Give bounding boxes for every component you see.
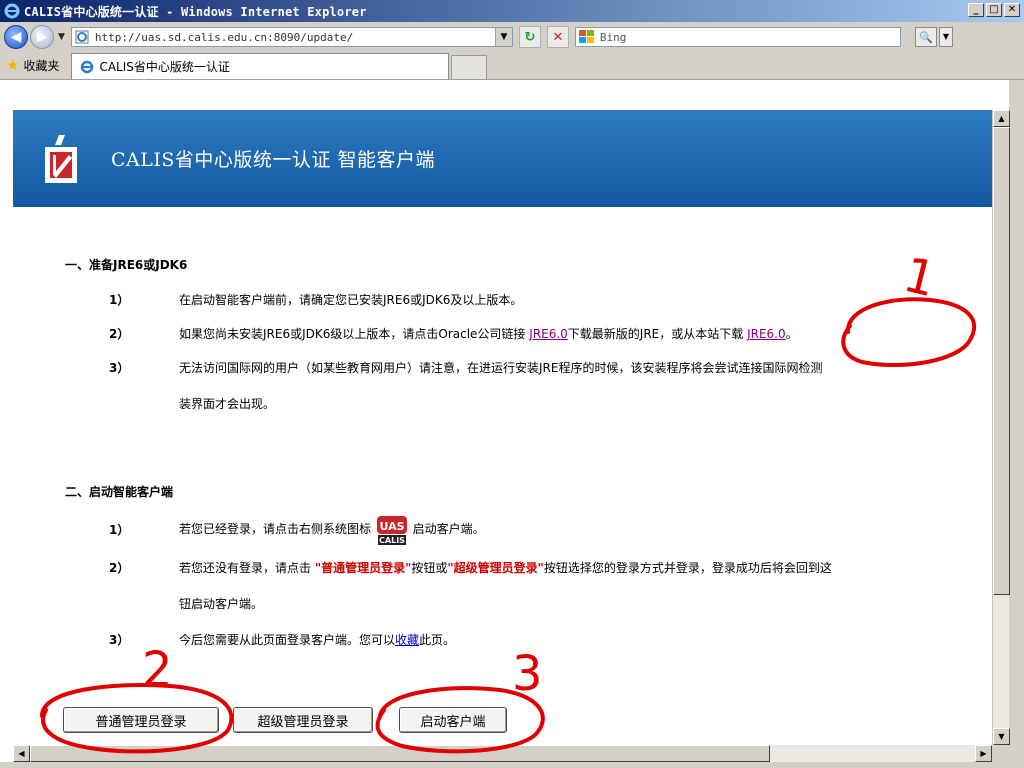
tab-ie-icon xyxy=(81,60,94,73)
browser-window: CALIS省中心版统一认证 - Windows Internet Explore… xyxy=(0,0,1024,768)
address-bar[interactable]: http://uas.sd.calis.edu.cn:8090/update/ … xyxy=(70,27,513,47)
tab-title: CALIS省中心版统一认证 xyxy=(99,60,230,74)
address-input[interactable]: http://uas.sd.calis.edu.cn:8090/update/ xyxy=(95,31,353,44)
navigation-bar: ◀ ▶ ▼ http://uas.sd.calis.edu.cn:8090/up… xyxy=(0,22,1024,52)
s2step2-text-c: 按钮选择您的登录方式并登录，登录成功后将会回到这 xyxy=(543,561,832,575)
history-dropdown-icon[interactable]: ▼ xyxy=(58,32,65,42)
window-title: CALIS省中心版统一认证 - Windows Internet Explore… xyxy=(24,4,367,19)
bing-logo-icon xyxy=(578,30,594,43)
section1-step2-text: 如果您尚未安装JRE6或JDK6级以上版本，请点击Oracle公司链接 JRE6… xyxy=(179,325,798,342)
uas-badge-top: UAS xyxy=(379,520,404,533)
uas-client-icon[interactable]: UAS CALIS xyxy=(376,514,407,546)
section1-step1-num: 1） xyxy=(109,293,130,307)
stop-button[interactable]: ✕ xyxy=(546,26,569,48)
section1-step3-text-cont: 装界面才会出现。 xyxy=(179,397,276,411)
back-button[interactable]: ◀ xyxy=(4,25,28,49)
favorites-button[interactable]: ★ 收藏夹 xyxy=(6,53,59,77)
window-right-edge xyxy=(1009,80,1024,768)
banner-title: CALIS省中心版统一认证 智能客户端 xyxy=(111,149,435,171)
search-placeholder: Bing xyxy=(599,30,627,44)
section1-step1-text: 在启动智能客户端前，请确定您已安装JRE6或JDK6及以上版本。 xyxy=(179,293,523,307)
s2step3-text-a: 今后您需要从此页面登录客户端。您可以 xyxy=(179,633,396,647)
section2-step2-text-cont: 钮启动客户端。 xyxy=(179,597,264,611)
refresh-icon: ↻ xyxy=(524,29,536,45)
maximize-button[interactable]: □ xyxy=(986,3,1002,17)
favorites-label: 收藏夹 xyxy=(23,58,60,73)
section2-step1-text: 若您已经登录，请点击右侧系统图标 UAS CALIS 启动客户端。 xyxy=(179,513,485,546)
horizontal-scrollbar[interactable]: ◀ ▶ xyxy=(13,745,992,762)
star-icon: ★ xyxy=(6,56,20,74)
stop-icon: ✕ xyxy=(552,29,564,45)
vertical-scroll-thumb[interactable] xyxy=(993,127,1010,595)
page-banner: CALIS省中心版统一认证 智能客户端 xyxy=(13,110,992,207)
uas-badge-bottom: CALIS xyxy=(379,536,405,545)
normal-admin-login-button[interactable]: 普通管理员登录 xyxy=(63,707,219,733)
step2-text-a: 如果您尚未安装JRE6或JDK6级以上版本，请点击Oracle公司链接 xyxy=(179,327,530,341)
magnifier-icon: 🔍 xyxy=(919,30,933,44)
scroll-left-icon[interactable]: ◀ xyxy=(13,745,30,762)
uas-badge-icon: UAS CALIS xyxy=(376,515,407,545)
s2step1-text-a: 若您已经登录，请点击右侧系统图标 xyxy=(179,522,375,536)
s2step2-text-a: 若您还没有登录，请点击 xyxy=(179,561,315,575)
s2step3-text-b: 此页。 xyxy=(419,633,456,647)
tab-active[interactable]: CALIS省中心版统一认证 xyxy=(71,53,450,79)
page-content: CALIS省中心版统一认证 智能客户端 一、准备JRE6或JDK6 1） 在启动… xyxy=(13,110,992,745)
favorites-bar: ★ 收藏夹 CALIS省中心版统一认证 xyxy=(0,52,1024,80)
section2-step3-text: 今后您需要从此页面登录客户端。您可以收藏此页。 xyxy=(179,631,455,648)
oracle-jre-link[interactable]: JRE6.0 xyxy=(529,327,568,341)
page-ie-icon xyxy=(75,30,89,44)
scroll-up-icon[interactable]: ▲ xyxy=(993,110,1010,127)
title-bar: CALIS省中心版统一认证 - Windows Internet Explore… xyxy=(0,0,1024,22)
refresh-button[interactable]: ↻ xyxy=(518,26,541,48)
status-strip xyxy=(0,762,1024,768)
section1-step2-num: 2） xyxy=(109,327,130,341)
vertical-scrollbar[interactable]: ▲ ▼ xyxy=(992,110,1010,745)
s2step1-text-b: 启动客户端。 xyxy=(408,522,485,536)
scroll-right-icon[interactable]: ▶ xyxy=(975,745,992,762)
section1-title: 一、准备JRE6或JDK6 xyxy=(65,258,188,272)
forward-arrow-icon: ▶ xyxy=(36,29,48,45)
section2-step2-num: 2） xyxy=(109,561,130,575)
super-admin-mention: "超级管理员登录" xyxy=(447,561,544,575)
forward-button[interactable]: ▶ xyxy=(30,25,54,49)
horizontal-scroll-thumb[interactable] xyxy=(30,745,770,762)
search-button[interactable]: 🔍 xyxy=(914,27,937,47)
search-options-dropdown[interactable]: ▼ xyxy=(938,27,953,47)
s2step2-text-b: 按钮或 xyxy=(411,561,448,575)
new-tab-button[interactable] xyxy=(451,55,488,79)
section2-step3-num: 3） xyxy=(109,633,130,647)
step2-text-b: 下载最新版的JRE，或从本站下载 xyxy=(567,327,748,341)
super-admin-login-button[interactable]: 超级管理员登录 xyxy=(233,707,373,733)
content-frame-left xyxy=(0,80,13,768)
start-client-button[interactable]: 启动客户端 xyxy=(399,707,507,733)
back-arrow-icon: ◀ xyxy=(10,29,22,45)
section2-step2-text: 若您还没有登录，请点击 "普通管理员登录"按钮或"超级管理员登录"按钮选择您的登… xyxy=(179,559,832,576)
section2-title: 二、启动智能客户端 xyxy=(65,485,174,499)
ie-logo-icon xyxy=(4,3,20,19)
section1-step3-text: 无法访问国际网的用户（如某些教育网用户）请注意，在进运行安装JRE程序的时候，该… xyxy=(179,361,823,375)
minimize-button[interactable]: _ xyxy=(968,3,984,17)
section1-step3-num: 3） xyxy=(109,361,130,375)
content-frame-top xyxy=(0,80,1024,110)
address-dropdown-icon[interactable]: ▼ xyxy=(494,28,512,46)
bookmark-link[interactable]: 收藏 xyxy=(395,633,419,647)
scroll-down-icon[interactable]: ▼ xyxy=(993,728,1010,745)
local-jre-link[interactable]: JRE6.0 xyxy=(747,327,786,341)
search-input[interactable]: Bing xyxy=(574,27,901,47)
section2-step1-num: 1） xyxy=(109,523,130,537)
close-button[interactable]: ✕ xyxy=(1004,3,1020,17)
calis-logo-icon xyxy=(45,134,77,183)
normal-admin-mention: "普通管理员登录" xyxy=(314,561,412,575)
step2-text-c: 。 xyxy=(785,327,798,341)
